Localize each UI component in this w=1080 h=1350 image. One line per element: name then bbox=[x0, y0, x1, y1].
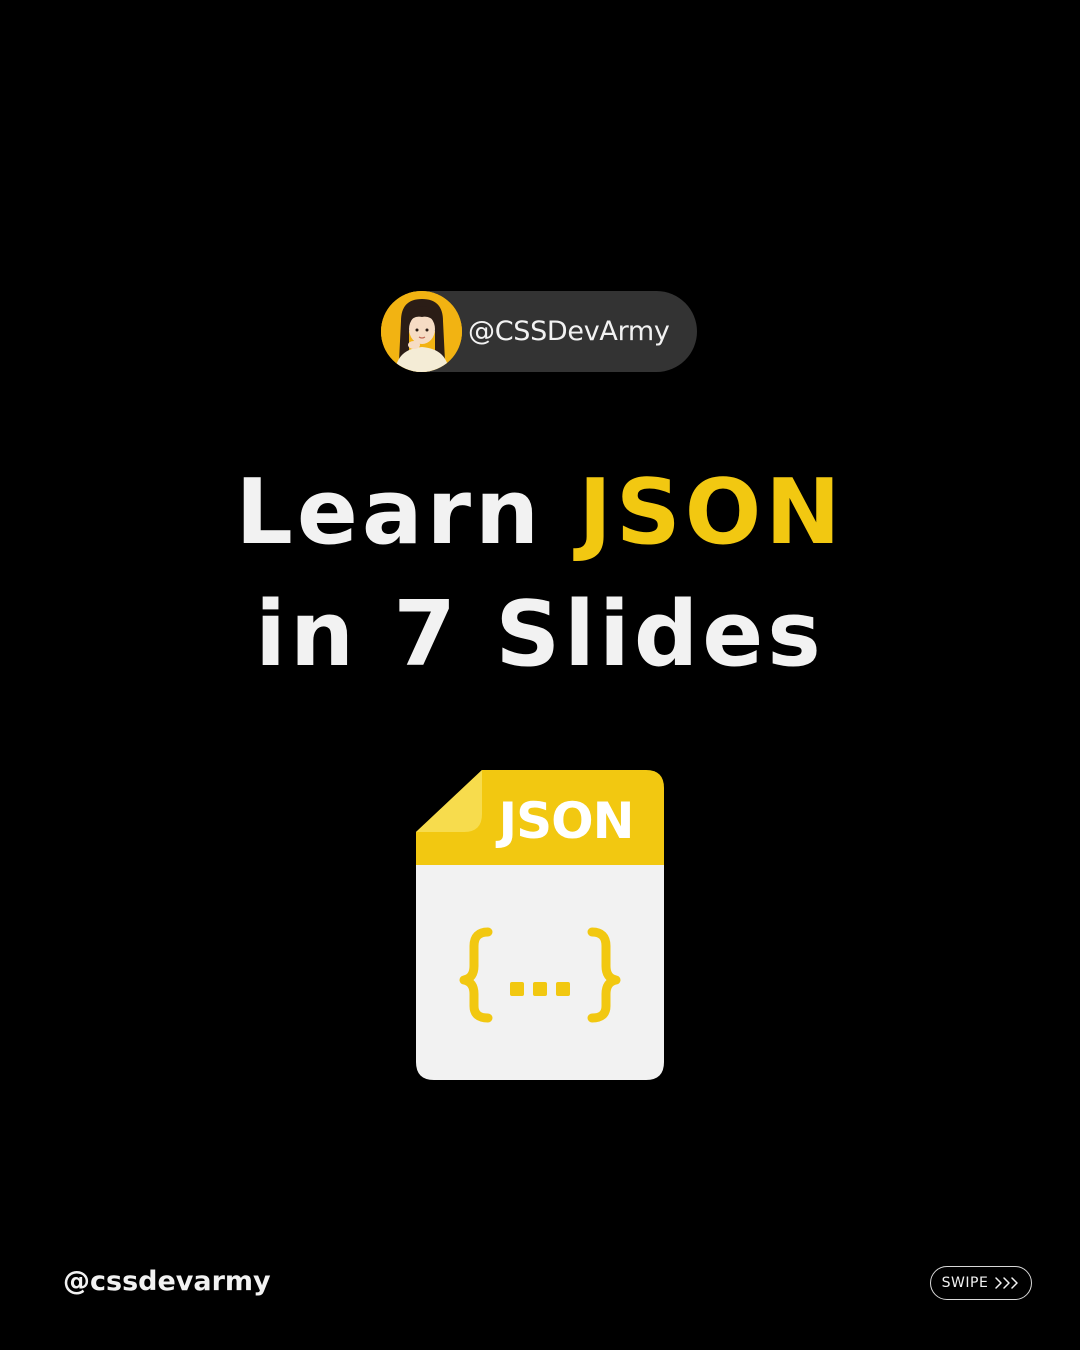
title-accent: JSON bbox=[578, 460, 845, 565]
chevrons-right-icon bbox=[994, 1276, 1020, 1290]
swipe-button[interactable]: SWIPE bbox=[930, 1266, 1032, 1300]
swipe-label: SWIPE bbox=[941, 1275, 989, 1291]
footer-handle: @cssdevarmy bbox=[63, 1266, 271, 1297]
json-file-icon: JSON bbox=[416, 770, 664, 1080]
author-badge[interactable]: @CSSDevArmy bbox=[381, 291, 697, 372]
title-line-2: in 7 Slides bbox=[255, 582, 825, 687]
title-prefix: Learn bbox=[235, 460, 544, 565]
avatar bbox=[381, 291, 462, 372]
page-title: Learn JSON in 7 Slides bbox=[0, 452, 1080, 696]
file-label: JSON bbox=[498, 792, 635, 850]
girl-avatar-icon bbox=[381, 291, 462, 372]
author-handle: @CSSDevArmy bbox=[468, 316, 670, 347]
title-line-1: Learn JSON bbox=[0, 452, 1080, 574]
